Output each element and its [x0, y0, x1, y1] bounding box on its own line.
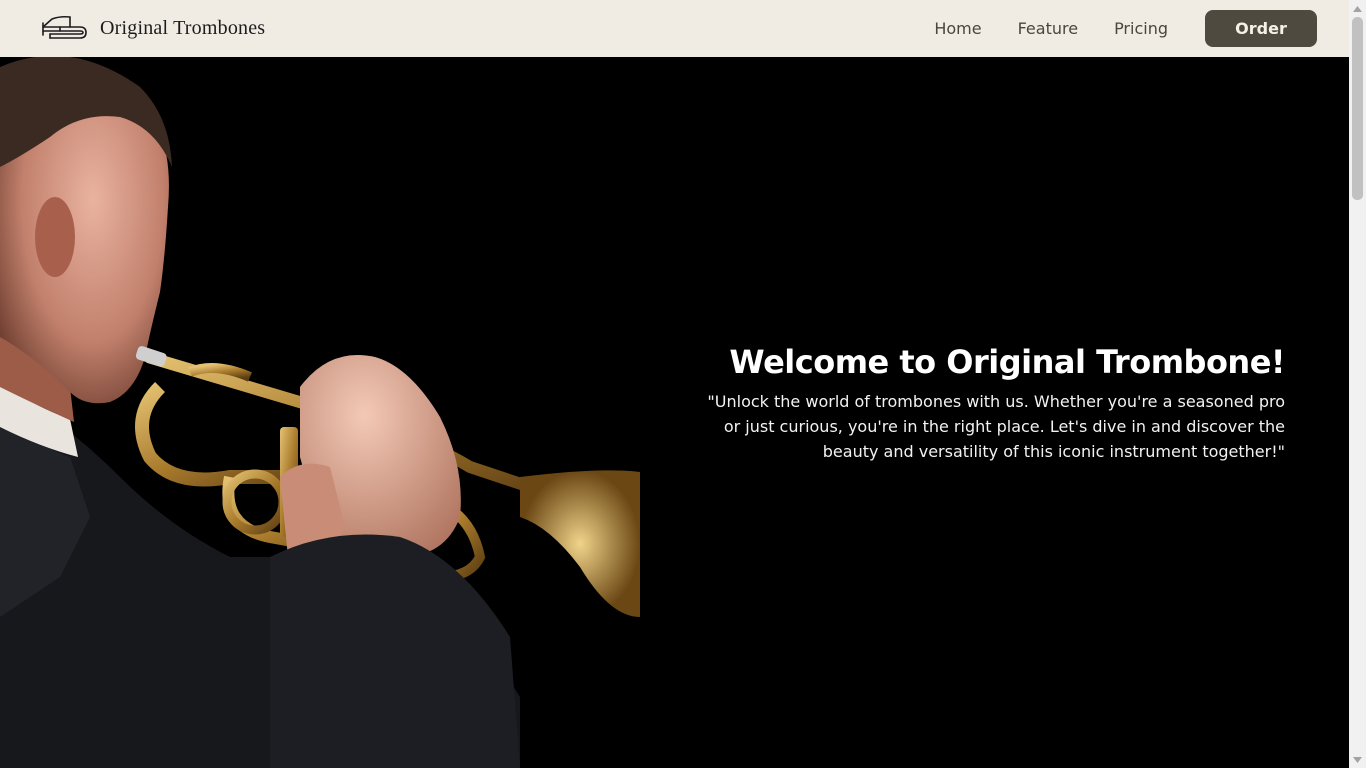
nav-feature-link[interactable]: Feature: [1018, 19, 1078, 38]
vertical-scrollbar[interactable]: [1349, 0, 1366, 768]
hero-section: Welcome to Original Trombone! "Unlock th…: [0, 57, 1349, 768]
navbar: Original Trombones Home Feature Pricing …: [0, 0, 1349, 57]
nav-pricing-link[interactable]: Pricing: [1114, 19, 1168, 38]
page: Original Trombones Home Feature Pricing …: [0, 0, 1366, 768]
main-nav: Home Feature Pricing: [934, 19, 1168, 38]
order-button[interactable]: Order: [1205, 10, 1317, 47]
scrollbar-thumb[interactable]: [1352, 17, 1363, 200]
brand-logo[interactable]: Original Trombones: [40, 13, 265, 45]
trombone-icon: [42, 15, 87, 39]
hero-subtitle: "Unlock the world of trombones with us. …: [707, 392, 1285, 461]
scroll-down-arrow-icon[interactable]: [1349, 751, 1366, 768]
hero-text-block: Welcome to Original Trombone! "Unlock th…: [695, 342, 1285, 464]
trumpet-player-photo: [0, 57, 642, 768]
scroll-up-arrow-icon[interactable]: [1349, 0, 1366, 17]
hero-title: Welcome to Original Trombone!: [729, 343, 1285, 381]
brand-name: Original Trombones: [100, 17, 266, 39]
nav-home-link[interactable]: Home: [934, 19, 981, 38]
